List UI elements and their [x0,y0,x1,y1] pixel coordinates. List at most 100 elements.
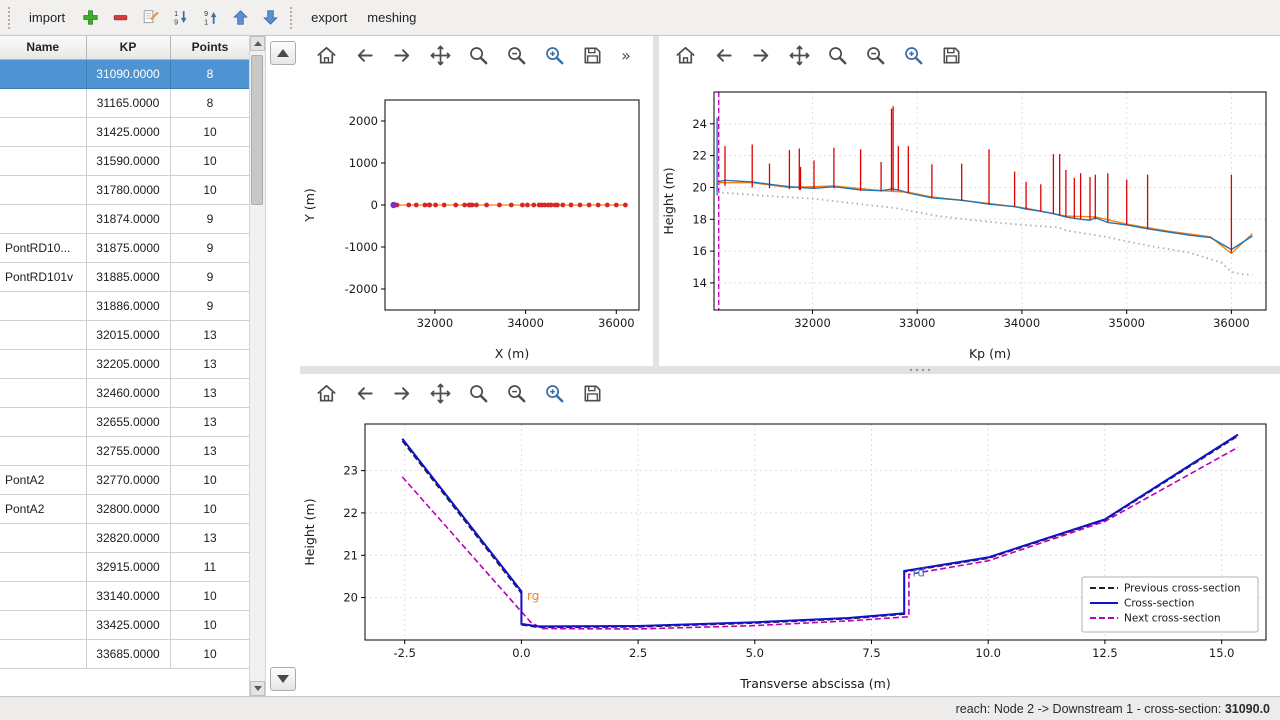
cell-points[interactable]: 10 [170,581,250,610]
cell-kp[interactable]: 31885.0000 [86,262,170,291]
cell-name[interactable]: PontA2 [0,494,86,523]
column-header-points[interactable]: Points [170,36,250,59]
cell-points[interactable]: 10 [170,117,250,146]
table-row[interactable]: PontRD101v31885.00009 [0,262,250,291]
save-button[interactable] [578,41,606,69]
cell-name[interactable] [0,610,86,639]
cell-name[interactable] [0,349,86,378]
zoom-button[interactable] [464,41,492,69]
scroll-down-button[interactable] [250,681,265,696]
cell-kp[interactable]: 32800.0000 [86,494,170,523]
table-row[interactable]: 32205.000013 [0,349,250,378]
cell-name[interactable] [0,552,86,581]
cell-kp[interactable]: 31874.0000 [86,204,170,233]
forward-button[interactable] [388,379,416,407]
cell-kp[interactable]: 33685.0000 [86,639,170,668]
cell-kp[interactable]: 32460.0000 [86,378,170,407]
cell-name[interactable]: PontRD101v [0,262,86,291]
cell-kp[interactable]: 31875.0000 [86,233,170,262]
cell-kp[interactable]: 31165.0000 [86,88,170,117]
cell-kp[interactable]: 32655.0000 [86,407,170,436]
cell-name[interactable] [0,175,86,204]
table-row[interactable]: 32820.000013 [0,523,250,552]
cell-points[interactable]: 10 [170,494,250,523]
forward-button[interactable] [747,41,775,69]
forward-button[interactable] [388,41,416,69]
table-row[interactable]: 32915.000011 [0,552,250,581]
longitudinal-profile-chart[interactable]: 3200033000340003500036000141618202224Kp … [659,74,1280,366]
cell-points[interactable]: 10 [170,465,250,494]
subplots-button[interactable] [861,41,889,69]
cell-name[interactable] [0,291,86,320]
column-header-name[interactable]: Name [0,36,86,59]
cell-points[interactable]: 13 [170,349,250,378]
cell-points[interactable]: 10 [170,639,250,668]
move-up-button[interactable] [226,4,254,32]
customize-button[interactable] [540,379,568,407]
customize-button[interactable] [540,41,568,69]
table-row[interactable]: 33685.000010 [0,639,250,668]
cell-points[interactable]: 10 [170,175,250,204]
sort-descending-button[interactable] [166,4,194,32]
toolbar-handle[interactable] [290,7,296,29]
cell-name[interactable] [0,639,86,668]
cell-name[interactable] [0,378,86,407]
cell-name[interactable]: PontA2 [0,465,86,494]
table-row[interactable]: 31165.00008 [0,88,250,117]
move-down-button[interactable] [256,4,284,32]
home-button[interactable] [312,379,340,407]
save-button[interactable] [578,379,606,407]
toolbar-overflow-button[interactable]: » [616,41,636,69]
cell-points[interactable]: 10 [170,610,250,639]
scrollbar-thumb[interactable] [251,55,263,205]
plan-view-chart[interactable]: 320003400036000-2000-1000010002000X (m)Y… [300,74,653,366]
table-row[interactable]: 33425.000010 [0,610,250,639]
pan-button[interactable] [785,41,813,69]
back-button[interactable] [350,379,378,407]
cell-name[interactable] [0,59,86,88]
cell-kp[interactable]: 31090.0000 [86,59,170,88]
table-row[interactable]: 32015.000013 [0,320,250,349]
table-scrollbar[interactable] [250,36,266,696]
cell-kp[interactable]: 33140.0000 [86,581,170,610]
cell-kp[interactable]: 31425.0000 [86,117,170,146]
cell-kp[interactable]: 32015.0000 [86,320,170,349]
import-button[interactable]: import [20,5,74,30]
cell-kp[interactable]: 33425.0000 [86,610,170,639]
zoom-button[interactable] [464,379,492,407]
cell-name[interactable] [0,523,86,552]
table-row[interactable]: 31590.000010 [0,146,250,175]
table-row[interactable]: 32755.000013 [0,436,250,465]
cell-kp[interactable]: 32205.0000 [86,349,170,378]
next-section-button[interactable] [270,667,296,691]
subplots-button[interactable] [502,41,530,69]
cell-points[interactable]: 13 [170,523,250,552]
cell-points[interactable]: 8 [170,59,250,88]
toolbar-handle[interactable] [8,7,14,29]
save-button[interactable] [937,41,965,69]
cell-points[interactable]: 10 [170,146,250,175]
cell-kp[interactable]: 32770.0000 [86,465,170,494]
table-row[interactable]: 32655.000013 [0,407,250,436]
scroll-up-button[interactable] [250,36,265,51]
cell-points[interactable]: 13 [170,436,250,465]
export-button[interactable]: export [302,5,356,30]
cell-points[interactable]: 9 [170,233,250,262]
table-row[interactable]: PontA232800.000010 [0,494,250,523]
cell-name[interactable] [0,117,86,146]
table-row[interactable]: PontRD10...31875.00009 [0,233,250,262]
zoom-button[interactable] [823,41,851,69]
cell-points[interactable]: 11 [170,552,250,581]
table-row[interactable]: 31780.000010 [0,175,250,204]
sort-ascending-button[interactable] [196,4,224,32]
cell-kp[interactable]: 32755.0000 [86,436,170,465]
cell-name[interactable] [0,146,86,175]
cell-name[interactable]: PontRD10... [0,233,86,262]
pan-button[interactable] [426,379,454,407]
cell-kp[interactable]: 32820.0000 [86,523,170,552]
cell-points[interactable]: 8 [170,88,250,117]
cell-kp[interactable]: 31590.0000 [86,146,170,175]
column-header-kp[interactable]: KP [86,36,170,59]
meshing-button[interactable]: meshing [358,5,425,30]
table-row[interactable]: 32460.000013 [0,378,250,407]
